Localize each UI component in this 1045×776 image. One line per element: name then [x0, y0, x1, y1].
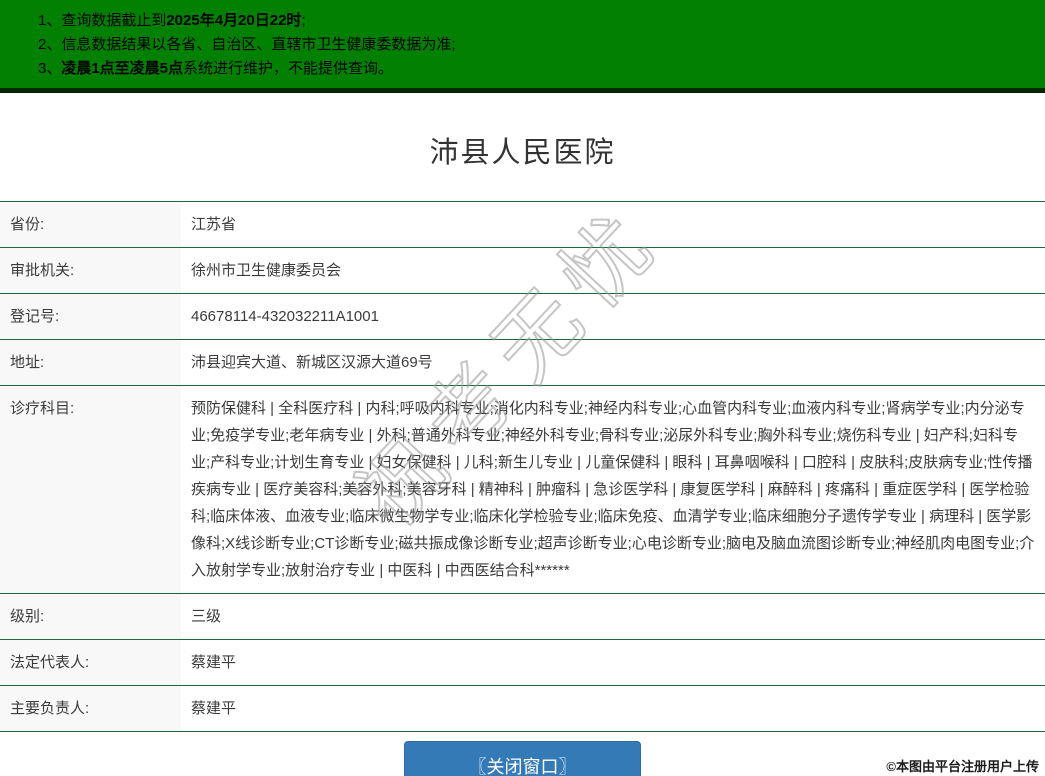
row-label: 主要负责人: — [0, 685, 181, 732]
row-value: 预防保健科 | 全科医疗科 | 内科;呼吸内科专业;消化内科专业;神经内科专业;… — [191, 400, 1035, 579]
row-value: 蔡建平 — [191, 654, 237, 671]
notice-line-1-bold: 2025年4月20日22时 — [166, 12, 302, 29]
notice-line-3-text: 3、 — [38, 60, 62, 77]
close-window-button[interactable]: 〖关闭窗口〗 — [404, 741, 641, 776]
notice-line-1-text: 1、查询数据截止到 — [38, 12, 167, 29]
table-row-legal-representative: 法定代表人: 蔡建平 — [0, 639, 1045, 686]
row-value: 蔡建平 — [191, 700, 237, 717]
notice-line-3-tail: 系统进行维护，不能提供查询。 — [183, 60, 394, 77]
page-title: 沛县人民医院 — [429, 137, 616, 169]
hospital-info-table: 省份: 江苏省 审批机关: 徐州市卫生健康委员会 登记号: 46678114-4… — [0, 201, 1045, 732]
table-row-province: 省份: 江苏省 — [0, 201, 1045, 248]
notice-line-1: 1、查询数据截止到2025年4月20日22时; — [38, 9, 1045, 33]
row-label: 地址: — [0, 339, 181, 386]
notice-banner: 1、查询数据截止到2025年4月20日22时; 2、信息数据结果以各省、自治区、… — [0, 0, 1045, 93]
row-value: 徐州市卫生健康委员会 — [191, 262, 342, 279]
table-row-approval-authority: 审批机关: 徐州市卫生健康委员会 — [0, 247, 1045, 294]
notice-line-3: 3、凌晨1点至凌晨5点系统进行维护，不能提供查询。 — [38, 57, 1045, 81]
row-value: 46678114-432032211A1001 — [191, 308, 379, 325]
row-value: 江苏省 — [191, 216, 237, 233]
table-row-registration-number: 登记号: 46678114-432032211A1001 — [0, 293, 1045, 340]
notice-line-2-text: 2、信息数据结果以各省、自治区、直辖市卫生健康委数据为准; — [38, 36, 456, 53]
upload-credit-watermark: ©本图由平台注册用户上传 — [886, 759, 1039, 774]
row-label: 省份: — [0, 201, 181, 248]
row-label: 诊疗科目: — [0, 385, 181, 594]
row-label: 登记号: — [0, 293, 181, 340]
table-row-address: 地址: 沛县迎宾大道、新城区汉源大道69号 — [0, 339, 1045, 386]
row-label: 级别: — [0, 593, 181, 640]
table-row-medical-subjects: 诊疗科目: 预防保健科 | 全科医疗科 | 内科;呼吸内科专业;消化内科专业;神… — [0, 385, 1045, 594]
notice-line-1-tail: ; — [301, 12, 306, 29]
table-row-person-in-charge: 主要负责人: 蔡建平 — [0, 685, 1045, 732]
row-label: 审批机关: — [0, 247, 181, 294]
notice-line-2: 2、信息数据结果以各省、自治区、直辖市卫生健康委数据为准; — [38, 33, 1045, 57]
table-row-level: 级别: 三级 — [0, 593, 1045, 640]
row-label: 法定代表人: — [0, 639, 181, 686]
row-value: 三级 — [191, 608, 222, 625]
row-value: 沛县迎宾大道、新城区汉源大道69号 — [191, 354, 433, 371]
notice-line-3-bold: 凌晨1点至凌晨5点 — [61, 60, 184, 77]
